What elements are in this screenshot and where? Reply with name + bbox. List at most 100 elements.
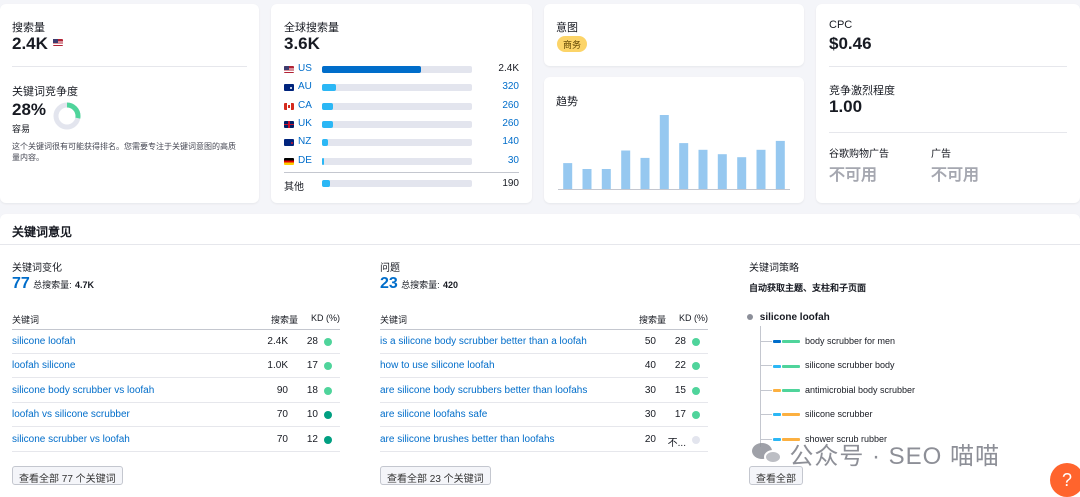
- questions-col-keyword: 关键词: [380, 315, 408, 325]
- country-code[interactable]: NZ: [298, 136, 311, 147]
- other-value: 190: [502, 178, 519, 189]
- country-value[interactable]: 320: [502, 81, 519, 92]
- country-bar: [322, 120, 472, 128]
- keyword-kd: 12: [306, 433, 318, 445]
- keyword-link[interactable]: loofah vs silicone scrubber: [12, 409, 130, 420]
- trend-bar[interactable]: [659, 115, 669, 189]
- difficulty-donut: [53, 102, 81, 130]
- trend-bar[interactable]: [698, 149, 708, 189]
- keyword-link[interactable]: silicone scrubber vs loofah: [12, 434, 130, 445]
- strategy-item-label: antimicrobial body scrubber: [805, 384, 916, 395]
- keyword-link[interactable]: are silicone brushes better than loofahs: [380, 434, 555, 445]
- kd-dot-icon: [692, 362, 700, 371]
- country-code[interactable]: CA: [298, 100, 312, 111]
- country-code[interactable]: DE: [298, 155, 312, 166]
- questions-col-volume: 搜索量: [638, 315, 666, 325]
- trend-bar[interactable]: [640, 157, 650, 189]
- country-value[interactable]: 30: [508, 155, 519, 166]
- us-flag-icon: [52, 39, 63, 47]
- kd-dot-icon: [692, 386, 700, 395]
- strategy-item[interactable]: antimicrobial body scrubber: [773, 385, 915, 395]
- difficulty-value: 28%: [12, 100, 47, 119]
- keyword-volume: 50: [644, 336, 656, 347]
- kd-dot-icon: [324, 362, 332, 371]
- country-value[interactable]: 140: [502, 136, 519, 147]
- strategy-item[interactable]: silicone scrubber: [773, 409, 873, 419]
- keyword-volume: 70: [276, 433, 288, 445]
- table-row: silicone scrubber vs loofah 70 12: [12, 428, 340, 452]
- strategy-root[interactable]: silicone loofah: [747, 312, 830, 323]
- trend-chart: [558, 115, 790, 190]
- keyword-kd: 17: [674, 409, 686, 421]
- keyword-link[interactable]: are silicone loofahs safe: [380, 409, 487, 420]
- keyword-link[interactable]: are silicone body scrubbers better than …: [380, 385, 587, 396]
- us-flag-icon: [284, 66, 294, 73]
- trend-bar[interactable]: [775, 140, 785, 189]
- trend-bar[interactable]: [756, 149, 766, 189]
- country-bar: [322, 157, 472, 165]
- keyword-link[interactable]: how to use silicone loofah: [380, 360, 495, 371]
- variations-col-keyword: 关键词: [12, 315, 40, 325]
- watermark-text: 公众号 · SEO 喵喵: [789, 443, 1001, 470]
- questions-col-kd: KD (%): [679, 313, 708, 323]
- country-code[interactable]: UK: [298, 118, 312, 129]
- competition-divider: [829, 132, 1067, 133]
- cpc-divider: [829, 66, 1067, 67]
- country-value[interactable]: 260: [502, 100, 519, 111]
- country-code[interactable]: AU: [298, 81, 312, 92]
- tree-connector: [760, 365, 772, 367]
- strategy-item-label: body scrubber for men: [805, 336, 896, 346]
- cpc-label: CPC: [829, 19, 853, 31]
- keyword-kd: 不...: [667, 437, 686, 449]
- keyword-kd: 22: [674, 360, 686, 372]
- country-bar: [322, 102, 472, 110]
- divider: [12, 66, 247, 67]
- keyword-link[interactable]: silicone body scrubber vs loofah: [12, 385, 154, 396]
- view-all-variations-button[interactable]: 查看全部 77 个关键词: [12, 466, 123, 485]
- trend-bar[interactable]: [582, 169, 592, 189]
- keyword-link[interactable]: loofah silicone: [12, 360, 75, 371]
- strategy-root-label: silicone loofah: [759, 312, 830, 323]
- country-row: US 2.4K: [284, 63, 519, 77]
- tree-connector: [760, 389, 772, 391]
- strategy-item[interactable]: silicone scrubber body: [773, 360, 895, 370]
- ads-value: 不可用: [931, 167, 980, 184]
- country-bar: [322, 66, 472, 73]
- table-row: are silicone loofahs safe 30 17: [380, 403, 708, 428]
- keyword-link[interactable]: is a silicone body scrubber better than …: [380, 336, 587, 347]
- questions-count[interactable]: 23: [380, 275, 398, 292]
- volume-value: 2.4K: [12, 34, 63, 54]
- country-row: CA 260: [284, 100, 519, 114]
- trend-bar[interactable]: [621, 150, 631, 190]
- view-all-questions-button[interactable]: 查看全部 23 个关键词: [380, 466, 491, 485]
- cpc-card: CPC $0.46 竞争激烈程度 1.00 谷歌购物广告 不可用 广告 不可用: [816, 4, 1080, 203]
- global-value: 3.6K: [284, 34, 320, 53]
- country-bar: [322, 84, 472, 92]
- trend-bar[interactable]: [679, 143, 689, 189]
- keyword-kd: 15: [674, 384, 686, 396]
- strategy-item-label: silicone scrubber: [805, 409, 873, 420]
- trend-bar[interactable]: [601, 169, 611, 189]
- global-label: 全球搜索量: [284, 22, 339, 34]
- strategy-item[interactable]: body scrubber for men: [773, 336, 895, 346]
- help-button[interactable]: ?: [1050, 463, 1080, 497]
- keyword-volume: 70: [276, 409, 288, 421]
- keyword-link[interactable]: silicone loofah: [12, 336, 75, 347]
- global-volume-card: 全球搜索量 3.6K US 2.4K AU 320 CA 260 UK 260 NZ 140 DE 3…: [271, 4, 532, 203]
- strategy-tree-line: [760, 326, 761, 447]
- trend-bar[interactable]: [563, 163, 573, 189]
- other-bar: [322, 180, 472, 187]
- competition-value: 1.00: [829, 97, 863, 116]
- keyword-kd: 18: [306, 384, 318, 396]
- variations-total-value: 4.7K: [75, 280, 95, 290]
- variations-count[interactable]: 77: [12, 275, 30, 292]
- country-value[interactable]: 260: [502, 118, 519, 129]
- questions-total-label: 总搜索量:: [401, 280, 440, 290]
- intent-card: 意图 商务: [544, 4, 804, 66]
- keyword-kd: 17: [306, 360, 318, 372]
- keyword-volume: 30: [644, 409, 656, 421]
- trend-bar[interactable]: [717, 154, 727, 189]
- variations-section: 关键词变化 77 总搜索量: 4.7K 关键词 搜索量 KD (%) silic…: [0, 244, 352, 497]
- country-code[interactable]: US: [298, 63, 312, 74]
- trend-bar[interactable]: [737, 157, 747, 189]
